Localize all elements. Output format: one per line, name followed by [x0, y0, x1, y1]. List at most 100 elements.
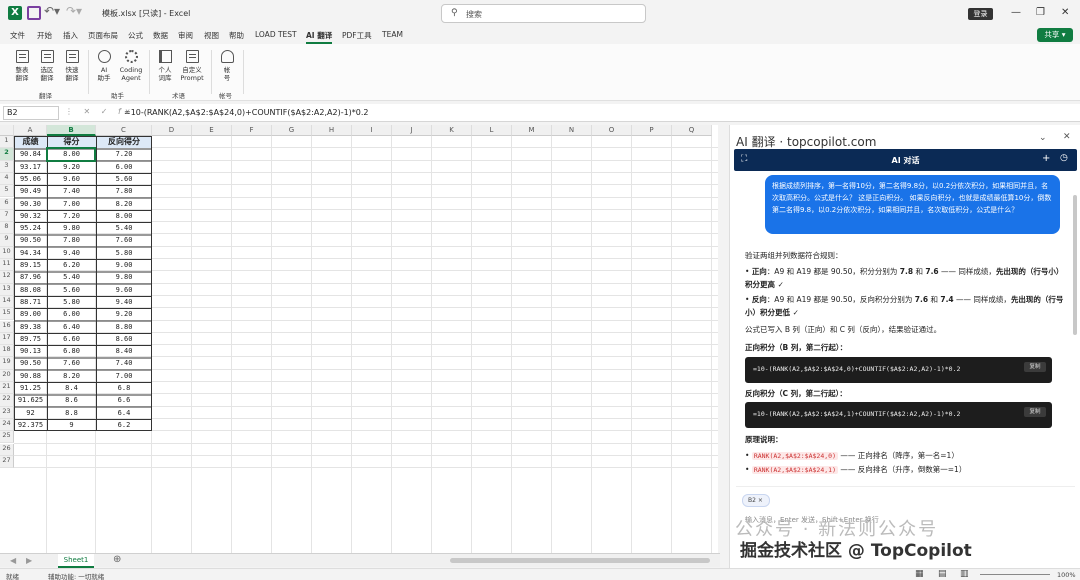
save-icon[interactable]: [27, 6, 41, 20]
table-cell[interactable]: 8.20: [47, 370, 96, 382]
column-header-d[interactable]: D: [152, 125, 192, 136]
tab-review[interactable]: 审阅: [178, 30, 193, 41]
horizontal-scrollbar[interactable]: [450, 558, 710, 563]
table-cell[interactable]: 7.00: [47, 198, 96, 210]
tab-ai-translate[interactable]: AI 翻译: [306, 30, 333, 44]
table-cell[interactable]: 9: [47, 419, 96, 431]
undo-icon[interactable]: ↶▾: [44, 4, 60, 18]
tab-formulas[interactable]: 公式: [128, 30, 143, 41]
table-cell[interactable]: 8.60: [96, 333, 152, 345]
row-header[interactable]: 9: [0, 234, 14, 247]
table-cell[interactable]: 5.80: [96, 247, 152, 259]
zoom-slider[interactable]: [980, 574, 1050, 575]
coding-agent-button[interactable]: Coding Agent: [117, 50, 145, 82]
table-cell[interactable]: 91.25: [14, 382, 47, 394]
column-header-o[interactable]: O: [592, 125, 632, 136]
row-header[interactable]: 1: [0, 136, 14, 149]
zoom-level[interactable]: 100%: [1057, 571, 1076, 579]
table-cell[interactable]: 5.60: [47, 284, 96, 296]
accessibility-status[interactable]: 辅助功能: 一切就绪: [48, 571, 104, 580]
minimize-icon[interactable]: —: [1011, 7, 1021, 18]
tab-team[interactable]: TEAM: [382, 30, 403, 39]
copy-button[interactable]: 复制: [1024, 407, 1046, 417]
close-panel-icon[interactable]: ✕: [1063, 132, 1071, 142]
table-cell[interactable]: 7.00: [96, 370, 152, 382]
row-header[interactable]: 17: [0, 332, 14, 346]
copy-button[interactable]: 复制: [1024, 362, 1046, 372]
page-break-icon[interactable]: ▥: [960, 569, 969, 579]
tab-insert[interactable]: 插入: [63, 30, 78, 41]
row-header[interactable]: 5: [0, 185, 14, 198]
tab-view[interactable]: 视图: [204, 30, 219, 41]
row-header[interactable]: 12: [0, 271, 14, 284]
table-cell[interactable]: 6.00: [96, 161, 152, 173]
tab-load-test[interactable]: LOAD TEST: [255, 30, 297, 39]
restore-icon[interactable]: ❐: [1036, 7, 1045, 18]
table-cell[interactable]: 9.60: [96, 284, 152, 296]
custom-prompt-button[interactable]: 自定义 Prompt: [177, 50, 207, 82]
column-header-i[interactable]: I: [352, 125, 392, 136]
table-cell[interactable]: 6.00: [47, 308, 96, 320]
table-cell[interactable]: 6.60: [47, 333, 96, 345]
history-icon[interactable]: ◷: [1060, 153, 1068, 163]
row-header[interactable]: 15: [0, 308, 14, 321]
table-cell[interactable]: 9.20: [96, 308, 152, 320]
close-icon[interactable]: ✕: [1061, 7, 1069, 18]
row-header[interactable]: 26: [0, 443, 14, 456]
add-sheet-icon[interactable]: ⊕: [113, 554, 121, 565]
share-button[interactable]: 共享 ▾: [1037, 28, 1073, 42]
table-cell[interactable]: 90.13: [14, 345, 47, 357]
table-cell[interactable]: 8.00: [96, 210, 152, 222]
table-cell[interactable]: 89.75: [14, 333, 47, 345]
table-cell[interactable]: 8.80: [96, 321, 152, 333]
name-box[interactable]: B2: [3, 106, 59, 120]
row-header[interactable]: 7: [0, 209, 14, 223]
column-header-l[interactable]: L: [472, 125, 512, 136]
column-header-p[interactable]: P: [632, 125, 672, 136]
table-cell[interactable]: 9.00: [96, 259, 152, 271]
page-layout-icon[interactable]: ▤: [938, 569, 947, 579]
table-cell[interactable]: 7.40: [96, 357, 152, 369]
normal-view-icon[interactable]: ▦: [915, 569, 924, 579]
table-cell[interactable]: 9.20: [47, 161, 96, 173]
row-header[interactable]: 2: [0, 148, 14, 161]
table-cell[interactable]: 89.38: [14, 321, 47, 333]
table-cell[interactable]: 91.625: [14, 394, 47, 406]
table-cell[interactable]: 92.375: [14, 419, 47, 431]
tab-page-layout[interactable]: 页面布局: [88, 30, 118, 41]
table-cell[interactable]: 7.20: [47, 210, 96, 222]
column-header-c[interactable]: C: [96, 125, 152, 136]
table-cell[interactable]: 6.20: [47, 259, 96, 271]
table-cell[interactable]: 88.08: [14, 284, 47, 296]
table-cell[interactable]: 94.34: [14, 247, 47, 259]
search-input[interactable]: ⚲ 搜索: [441, 4, 646, 23]
row-header[interactable]: 4: [0, 172, 14, 186]
column-header-n[interactable]: N: [552, 125, 592, 136]
table-cell[interactable]: 87.96: [14, 271, 47, 283]
row-header[interactable]: 24: [0, 418, 14, 432]
table-cell[interactable]: 95.24: [14, 222, 47, 234]
table-cell[interactable]: 90.84: [14, 148, 47, 160]
column-header-f[interactable]: F: [232, 125, 272, 136]
row-header[interactable]: 23: [0, 406, 14, 419]
table-cell[interactable]: 6.6: [96, 394, 152, 406]
row-header[interactable]: 27: [0, 455, 14, 469]
tab-pdf-tools[interactable]: PDF工具: [342, 30, 372, 41]
table-cell[interactable]: 89.00: [14, 308, 47, 320]
table-cell[interactable]: 88.71: [14, 296, 47, 308]
table-cell[interactable]: 6.2: [96, 419, 152, 431]
column-header-h[interactable]: H: [312, 125, 352, 136]
table-cell[interactable]: 90.30: [14, 198, 47, 210]
table-header-cell[interactable]: 反向得分: [96, 136, 152, 149]
table-cell[interactable]: 90.50: [14, 357, 47, 369]
tab-home[interactable]: 开始: [37, 30, 52, 41]
table-cell[interactable]: 9.40: [47, 247, 96, 259]
table-cell[interactable]: 8.20: [96, 198, 152, 210]
prev-sheet-icon[interactable]: ◀: [10, 556, 16, 565]
table-cell[interactable]: 6.4: [96, 407, 152, 419]
table-cell[interactable]: 9.40: [96, 296, 152, 308]
redo-icon[interactable]: ↷▾: [66, 4, 82, 18]
column-header-g[interactable]: G: [272, 125, 312, 136]
tab-data[interactable]: 数据: [153, 30, 168, 41]
table-cell[interactable]: 8.4: [47, 382, 96, 394]
